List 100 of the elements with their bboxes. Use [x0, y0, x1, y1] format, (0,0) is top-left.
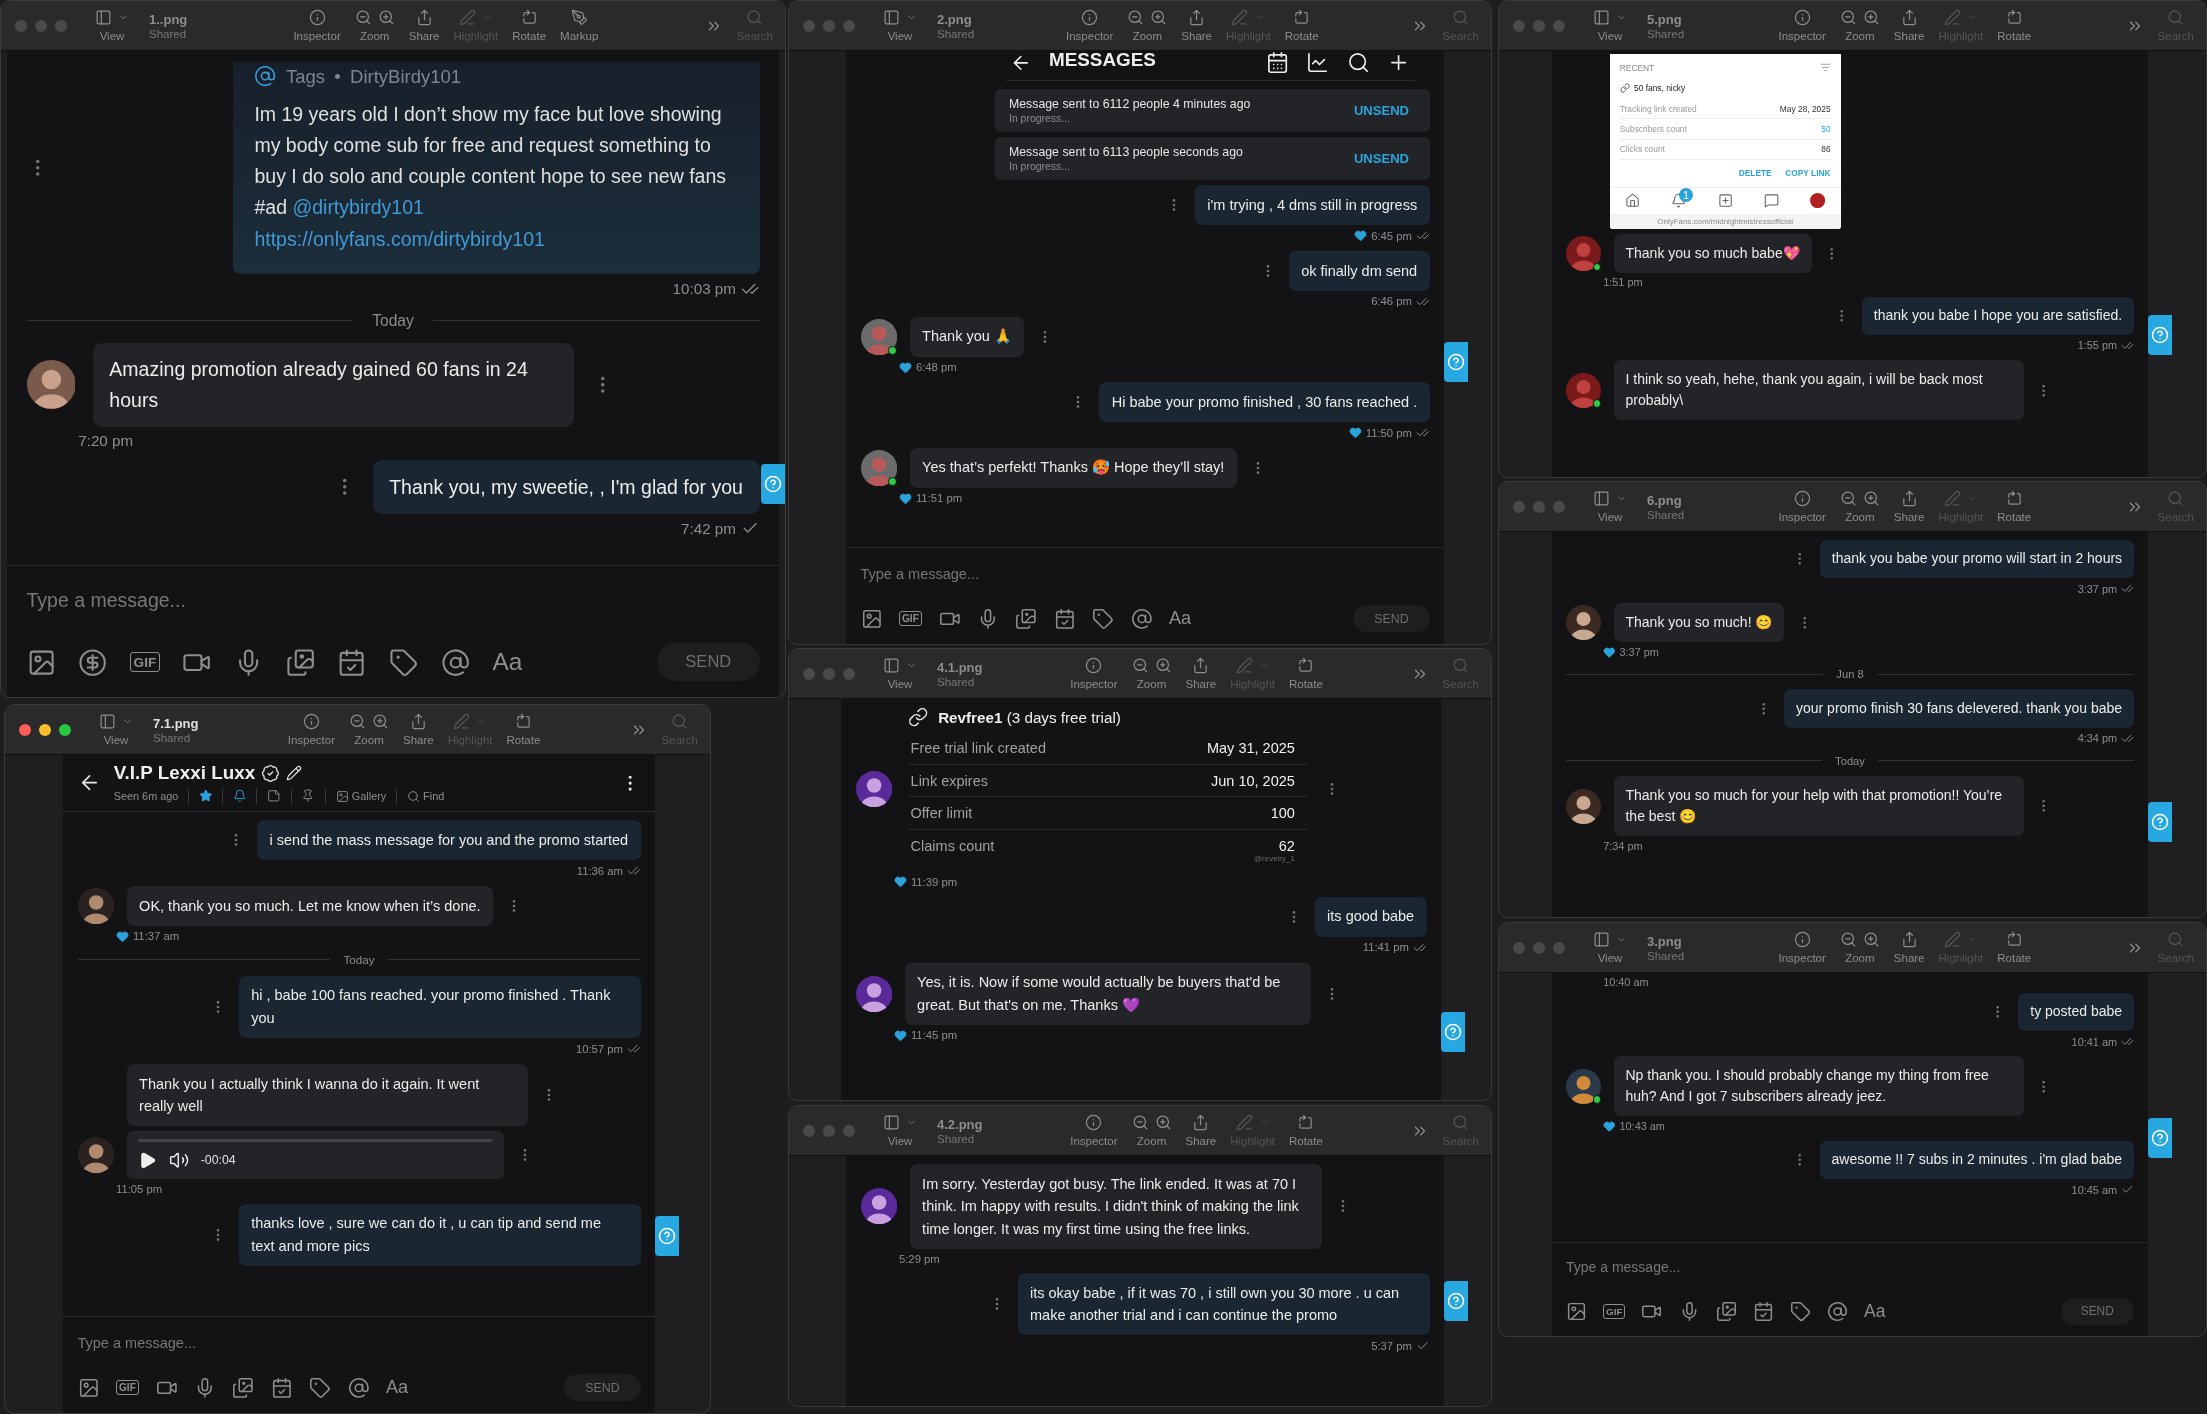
text-format-button[interactable]: Aa [1169, 608, 1192, 630]
help-button[interactable] [1444, 341, 1468, 382]
play-icon[interactable] [138, 1150, 158, 1170]
send-button[interactable]: SEND [657, 643, 760, 682]
at-sign-icon[interactable] [1130, 607, 1153, 630]
toolbar-button[interactable]: Rotate [1284, 9, 1319, 42]
header-action-button[interactable]: Find [406, 789, 445, 803]
toolbar-button[interactable]: Inspector [1778, 490, 1826, 523]
toolbar-button[interactable]: Share [1893, 490, 1925, 523]
help-button[interactable] [655, 1215, 679, 1256]
toolbar-button[interactable]: Inspector [1070, 1114, 1118, 1147]
gallery-icon[interactable] [285, 647, 316, 677]
toolbar-button[interactable]: Share [1185, 657, 1217, 690]
star-icon[interactable] [198, 789, 213, 803]
calendar-icon[interactable] [1752, 1300, 1774, 1322]
unsend-button[interactable]: UNSEND [1347, 150, 1415, 167]
toolbar-button[interactable]: View [883, 657, 917, 690]
text-format-button[interactable]: Aa [386, 1377, 409, 1399]
calendar-icon[interactable] [337, 647, 367, 677]
at-sign-icon[interactable] [347, 1376, 370, 1399]
toolbar-button[interactable]: Rotate [1288, 1114, 1323, 1147]
message-field[interactable]: Type a message... [860, 561, 1430, 605]
chart-icon[interactable] [1306, 51, 1330, 75]
toolbar-button[interactable]: Share [403, 713, 434, 746]
price-tag-icon[interactable] [389, 647, 419, 677]
calendar-icon[interactable] [270, 1376, 293, 1399]
text-format-button[interactable]: Aa [1864, 1300, 1886, 1322]
toolbar-button[interactable]: Markup [560, 9, 599, 42]
image-icon[interactable] [860, 607, 883, 630]
image-icon[interactable] [77, 1376, 100, 1399]
gif-button[interactable]: GIF [129, 652, 160, 673]
toolbar-button[interactable]: Zoom [354, 9, 395, 42]
toolbar-button[interactable]: View [1593, 490, 1627, 523]
toolbar-button[interactable]: View [883, 9, 917, 42]
toolbar-button[interactable]: Zoom [349, 713, 390, 746]
toolbar-button[interactable]: Rotate [506, 713, 541, 746]
price-tag-icon[interactable] [309, 1376, 331, 1399]
at-sign-icon[interactable] [440, 647, 471, 677]
gif-button[interactable]: GIF [115, 1380, 139, 1396]
message-field[interactable]: Type a message... [1566, 1255, 2134, 1298]
image-icon[interactable] [1566, 1300, 1587, 1322]
profile-link[interactable]: https://onlyfans.com/dirtybirdy101 [254, 227, 545, 250]
toolbar-button[interactable]: Zoom [1839, 931, 1880, 964]
at-sign-icon[interactable] [1826, 1300, 1848, 1322]
toolbar-button[interactable]: View [1593, 9, 1627, 42]
help-button[interactable] [2148, 801, 2172, 842]
toolbar-button[interactable]: Inspector [1778, 931, 1826, 964]
toolbar-button[interactable]: Rotate [1288, 657, 1323, 690]
toolbar-button[interactable]: Inspector [1070, 657, 1118, 690]
pin-icon[interactable] [301, 789, 315, 803]
toolbar-button[interactable]: Share [408, 9, 440, 42]
text-format-button[interactable]: Aa [492, 648, 523, 677]
calendar-icon[interactable] [1265, 51, 1289, 75]
search-icon[interactable] [1346, 51, 1371, 75]
send-button[interactable]: SEND [2060, 1297, 2134, 1325]
edit-icon[interactable] [285, 765, 302, 782]
toolbar-button[interactable]: Zoom [1131, 657, 1172, 690]
audio-track[interactable] [138, 1138, 493, 1142]
mention-link[interactable]: @dirtybirdy101 [292, 196, 424, 219]
gallery-icon[interactable] [1015, 607, 1038, 630]
toolbar-button[interactable]: Zoom [1839, 9, 1880, 42]
close-button[interactable] [19, 723, 31, 736]
header-action-button[interactable]: Gallery [335, 789, 387, 803]
help-button[interactable] [761, 464, 785, 505]
calendar-icon[interactable] [1053, 607, 1076, 630]
toolbar-button[interactable]: Zoom [1131, 1114, 1172, 1147]
toolbar-button[interactable]: Rotate [1997, 931, 2032, 964]
help-button[interactable] [2148, 1118, 2172, 1159]
toolbar-button[interactable]: Zoom [1127, 9, 1168, 42]
toolbar-button[interactable]: View [883, 1114, 917, 1147]
toolbar-button[interactable]: Share [1181, 9, 1212, 42]
dollar-icon[interactable] [78, 647, 108, 677]
action-link[interactable]: DELETE [1738, 168, 1772, 179]
note-icon[interactable] [267, 789, 281, 803]
gallery-icon[interactable] [1715, 1300, 1737, 1322]
help-button[interactable] [2148, 315, 2172, 356]
toolbar-button[interactable]: View [99, 713, 133, 746]
volume-icon[interactable] [168, 1150, 190, 1171]
send-button[interactable]: SEND [564, 1373, 641, 1402]
toolbar-button[interactable]: Rotate [1997, 9, 2032, 42]
toolbar-button[interactable]: Inspector [287, 713, 336, 746]
toolbar-button[interactable]: Share [1185, 1114, 1217, 1147]
maximize-button[interactable] [59, 723, 71, 736]
toolbar-button[interactable]: Inspector [1066, 9, 1114, 42]
toolbar-button[interactable]: Rotate [1997, 490, 2032, 523]
message-field[interactable]: Type a message... [26, 583, 760, 644]
gif-button[interactable]: GIF [898, 611, 922, 627]
toolbar-button[interactable]: Rotate [512, 9, 547, 42]
toolbar-button[interactable]: Zoom [1839, 490, 1880, 523]
message-field[interactable]: Type a message... [77, 1330, 641, 1374]
toolbar-button[interactable]: Share [1893, 931, 1925, 964]
toolbar-button[interactable]: Inspector [293, 9, 341, 42]
help-button[interactable] [1441, 1011, 1465, 1052]
send-button[interactable]: SEND [1353, 604, 1430, 633]
gallery-icon[interactable] [232, 1376, 255, 1399]
toolbar-button[interactable]: Share [1893, 9, 1925, 42]
toolbar-button[interactable]: View [95, 9, 129, 42]
action-link[interactable]: COPY LINK [1785, 168, 1831, 179]
unsend-button[interactable]: UNSEND [1347, 101, 1415, 119]
bell-icon[interactable] [233, 789, 247, 803]
